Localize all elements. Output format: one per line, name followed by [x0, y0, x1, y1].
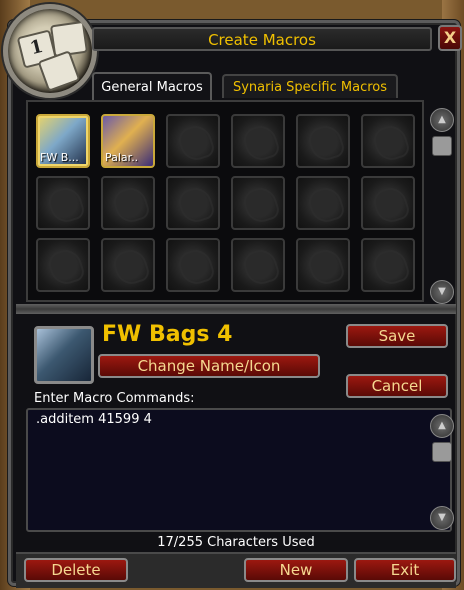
save-button[interactable]: Save — [346, 324, 448, 348]
empty-slot-emblem-icon — [45, 183, 87, 227]
macro-slot[interactable] — [231, 238, 285, 292]
empty-slot-emblem-icon — [110, 183, 152, 227]
macro-slot[interactable] — [296, 114, 350, 168]
macro-slot[interactable]: FW B... — [36, 114, 90, 168]
empty-slot-emblem-icon — [305, 245, 347, 289]
macro-slot-label: Palar.. — [105, 151, 139, 164]
tab-character-macros[interactable]: Synaria Specific Macros — [222, 74, 398, 98]
editor-scroll-down-button[interactable]: ▼ — [430, 506, 454, 530]
macro-slot[interactable] — [231, 176, 285, 230]
selected-macro-icon[interactable] — [34, 326, 94, 384]
tab-general-macros[interactable]: General Macros — [92, 72, 212, 100]
delete-button[interactable]: Delete — [24, 558, 128, 582]
dice-portrait-icon: 1 — [3, 4, 97, 98]
macro-slot[interactable] — [101, 238, 155, 292]
close-button[interactable]: X — [438, 25, 462, 51]
macro-slot[interactable] — [166, 238, 220, 292]
empty-slot-emblem-icon — [240, 183, 282, 227]
exit-button[interactable]: Exit — [354, 558, 456, 582]
panel-divider — [16, 304, 456, 314]
macro-slot[interactable]: Palar.. — [101, 114, 155, 168]
empty-slot-emblem-icon — [370, 121, 412, 165]
window-title: Create Macros — [92, 27, 432, 51]
scroll-up-button[interactable]: ▲ — [430, 108, 454, 132]
macro-slot[interactable] — [361, 176, 415, 230]
empty-slot-emblem-icon — [240, 121, 282, 165]
macro-slot[interactable] — [361, 238, 415, 292]
macro-slot[interactable] — [36, 176, 90, 230]
macro-slot[interactable] — [361, 114, 415, 168]
cancel-button[interactable]: Cancel — [346, 374, 448, 398]
macro-slot[interactable] — [296, 238, 350, 292]
empty-slot-emblem-icon — [45, 245, 87, 289]
empty-slot-emblem-icon — [370, 183, 412, 227]
editor-scroll-up-button[interactable]: ▲ — [430, 414, 454, 438]
scroll-thumb[interactable] — [432, 136, 452, 156]
editor-scroll-thumb[interactable] — [432, 442, 452, 462]
selected-macro-name: FW Bags 4 — [102, 322, 233, 347]
empty-slot-emblem-icon — [175, 183, 217, 227]
macro-slot[interactable] — [36, 238, 90, 292]
new-button[interactable]: New — [244, 558, 348, 582]
macro-commands-label: Enter Macro Commands: — [34, 391, 195, 406]
empty-slot-emblem-icon — [305, 183, 347, 227]
macro-slot[interactable] — [166, 176, 220, 230]
macro-slot[interactable] — [101, 176, 155, 230]
empty-slot-emblem-icon — [110, 245, 152, 289]
empty-slot-emblem-icon — [305, 121, 347, 165]
macro-slot[interactable] — [296, 176, 350, 230]
macro-grid: FW B... Palar.. — [26, 100, 424, 302]
empty-slot-emblem-icon — [175, 245, 217, 289]
macro-slot-label: FW B... — [40, 151, 79, 164]
empty-slot-emblem-icon — [370, 245, 412, 289]
scroll-down-button[interactable]: ▼ — [430, 280, 454, 304]
empty-slot-emblem-icon — [175, 121, 217, 165]
macro-slot[interactable] — [166, 114, 220, 168]
macro-slot[interactable] — [231, 114, 285, 168]
change-name-icon-button[interactable]: Change Name/Icon — [98, 354, 320, 378]
empty-slot-emblem-icon — [240, 245, 282, 289]
characters-used-counter: 17/255 Characters Used — [157, 535, 315, 550]
macro-commands-text[interactable]: .additem 41599 4 — [36, 412, 152, 427]
